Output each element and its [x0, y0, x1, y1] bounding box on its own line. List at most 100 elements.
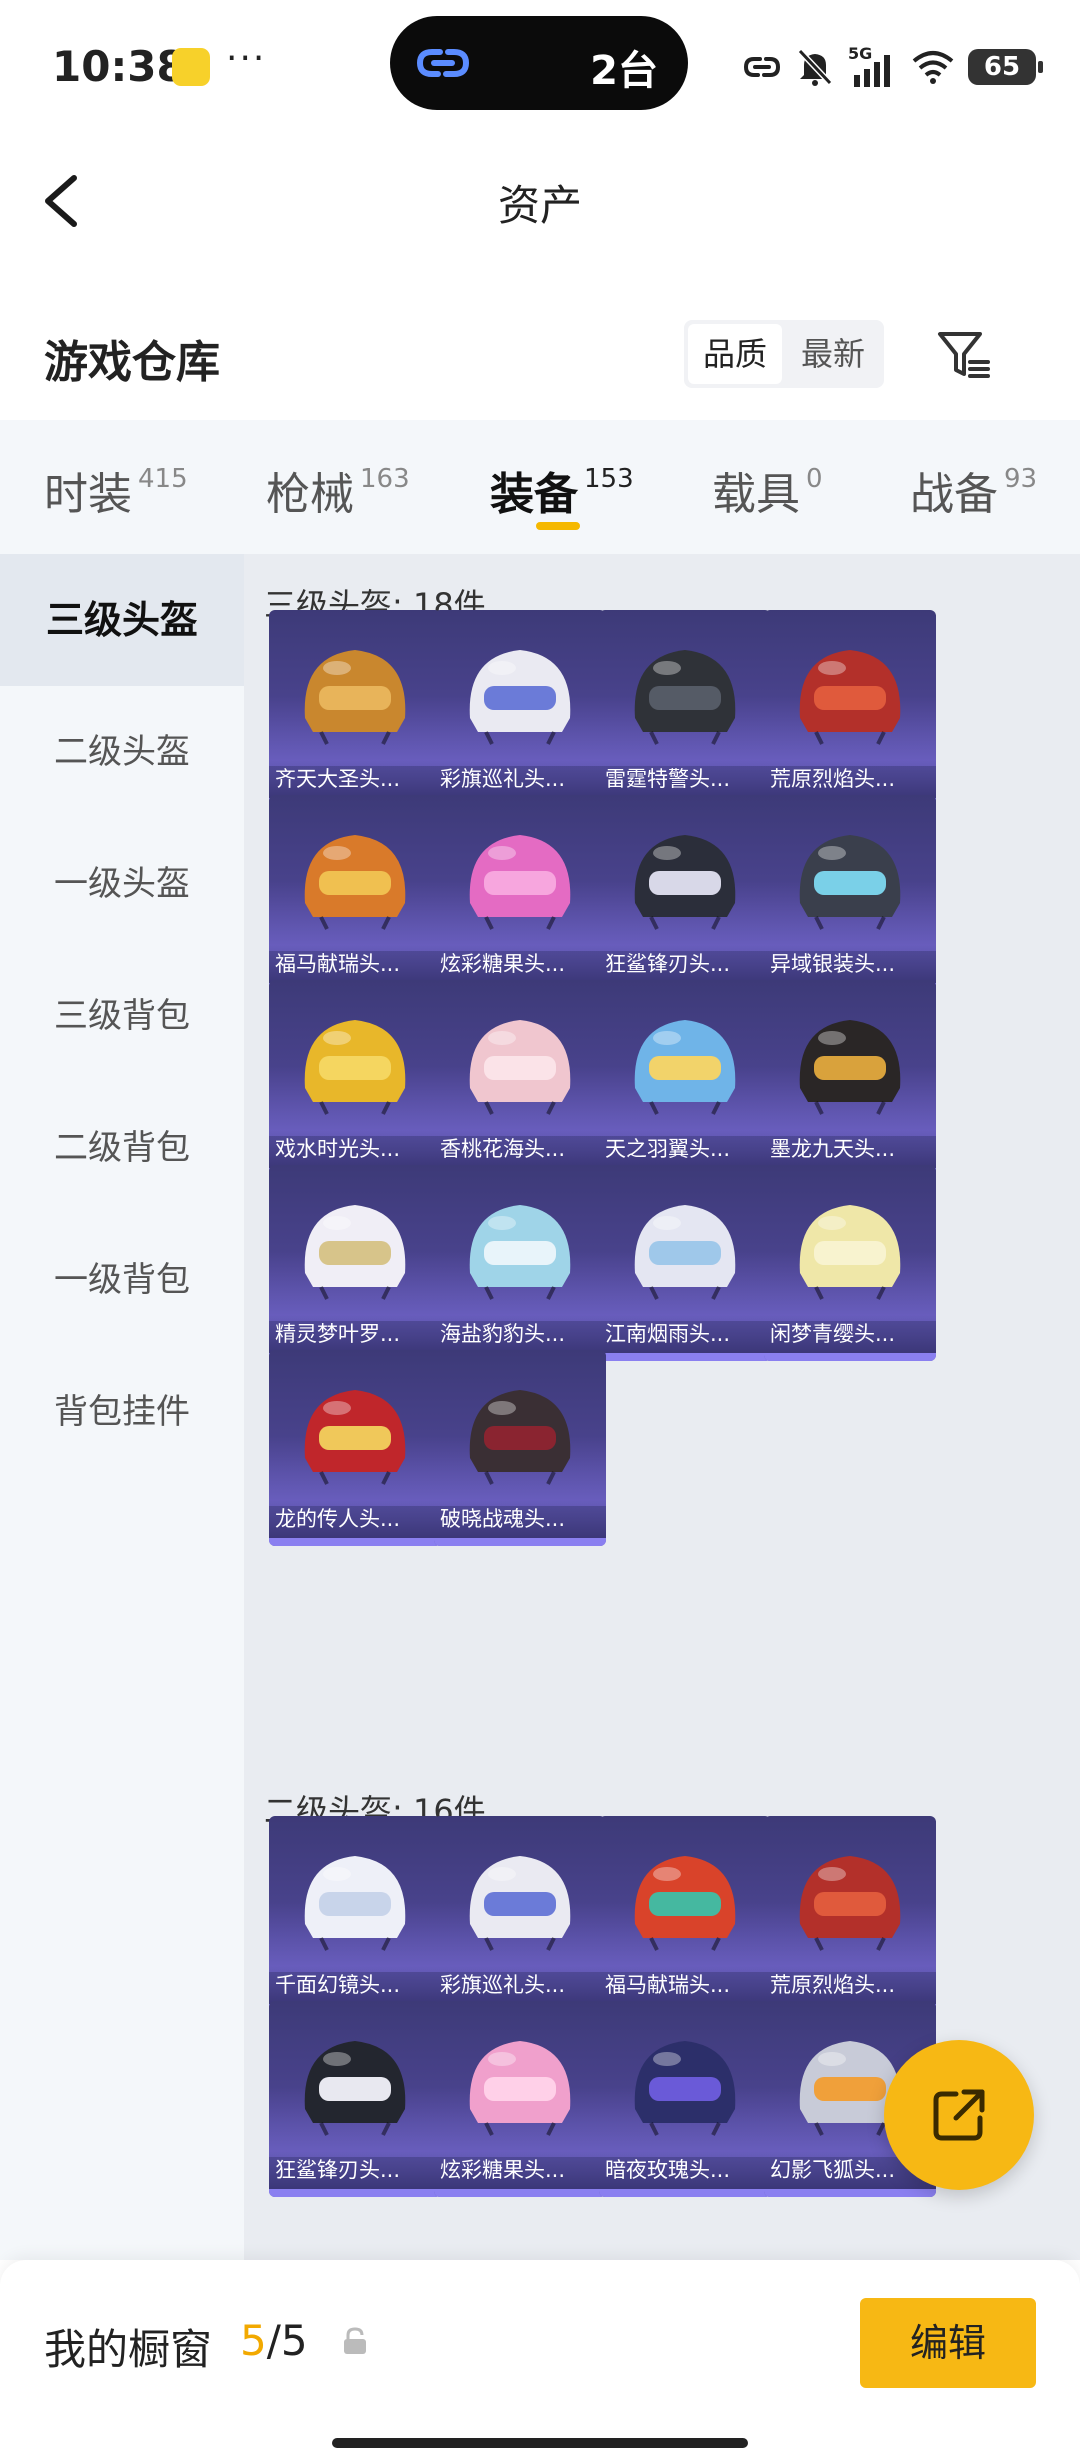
nav-bar: 资产 — [0, 130, 1080, 270]
item-card[interactable]: 破晓战魂头... — [434, 1350, 606, 1546]
share-icon — [933, 2089, 985, 2141]
item-card[interactable]: 福马献瑞头... — [269, 795, 441, 991]
item-card[interactable]: 龙的传人头... — [269, 1350, 441, 1546]
helmet-icon — [634, 1856, 736, 1951]
item-card[interactable]: 彩旗巡礼头... — [434, 610, 606, 806]
item-name: 炫彩糖果头... — [434, 2151, 606, 2189]
item-card[interactable]: 闲梦青缨头... — [764, 1165, 936, 1361]
rarity-bar — [764, 1353, 936, 1361]
edit-button[interactable]: 编辑 — [860, 2298, 1036, 2388]
helmet-icon — [634, 650, 736, 745]
item-card[interactable]: 福马献瑞头... — [599, 1816, 771, 2012]
helmet-icon — [469, 2041, 571, 2136]
item-name: 破晓战魂头... — [434, 1500, 606, 1538]
item-card[interactable]: 齐天大圣头... — [269, 610, 441, 806]
tab-weapons[interactable]: 枪械 163 — [266, 458, 410, 520]
status-time: 10:38 — [52, 42, 186, 91]
lock-icon — [344, 2327, 366, 2354]
app-notification-icon — [172, 48, 210, 86]
item-name: 江南烟雨头... — [599, 1315, 771, 1353]
item-card[interactable]: 荒原烈焰头... — [764, 610, 936, 806]
item-name: 墨龙九天头... — [764, 1130, 936, 1168]
helmet-icon — [304, 1390, 406, 1485]
item-card[interactable]: 千面幻镜头... — [269, 1816, 441, 2012]
item-name: 雷霆特警头... — [599, 760, 771, 798]
tab-label: 载具 — [712, 469, 800, 520]
more-notifications-icon: ··· — [226, 38, 267, 79]
rarity-bar — [434, 1538, 606, 1546]
item-name: 海盐豹豹头... — [434, 1315, 606, 1353]
sort-option-quality[interactable]: 品质 — [688, 324, 782, 384]
helmet-icon — [634, 1205, 736, 1300]
showcase-separator: / — [266, 2316, 281, 2365]
helmet-icon — [634, 2041, 736, 2136]
helmet-icon — [469, 1020, 571, 1115]
item-card[interactable]: 炫彩糖果头... — [434, 2001, 606, 2197]
wifi-icon — [912, 51, 954, 84]
item-name: 天之羽翼头... — [599, 1130, 771, 1168]
sort-option-latest[interactable]: 最新 — [786, 324, 880, 384]
sidebar-item-level1-helmet[interactable]: 一级头盔 — [0, 818, 244, 950]
status-icons: 5G 65 — [742, 40, 1043, 94]
tab-count: 93 — [1004, 464, 1038, 494]
tab-combat-prep[interactable]: 战备 93 — [910, 458, 1038, 520]
item-name: 戏水时光头... — [269, 1130, 441, 1168]
helmet-icon — [469, 1205, 571, 1300]
battery-icon: 65 — [968, 49, 1043, 85]
item-card[interactable]: 香桃花海头... — [434, 980, 606, 1176]
item-card[interactable]: 暗夜玫瑰头... — [599, 2001, 771, 2197]
island-device-count: 2台 — [590, 48, 658, 94]
helmet-icon — [469, 835, 571, 930]
helmet-icon — [634, 835, 736, 930]
item-card[interactable]: 戏水时光头... — [269, 980, 441, 1176]
share-button[interactable] — [884, 2040, 1034, 2190]
item-card[interactable]: 狂鲨锋刃头... — [599, 795, 771, 991]
sidebar-item-backpack-charm[interactable]: 背包挂件 — [0, 1346, 244, 1478]
tab-count: 163 — [360, 464, 410, 494]
sidebar-item-level3-backpack[interactable]: 三级背包 — [0, 950, 244, 1082]
item-card[interactable]: 墨龙九天头... — [764, 980, 936, 1176]
helmet-icon — [469, 650, 571, 745]
sort-toggle: 品质 最新 — [684, 320, 884, 388]
item-card[interactable]: 江南烟雨头... — [599, 1165, 771, 1361]
item-name: 精灵梦叶罗... — [269, 1315, 441, 1353]
helmet-icon — [304, 1856, 406, 1951]
tab-count: 0 — [806, 464, 823, 494]
tab-vehicles[interactable]: 载具 0 — [712, 458, 823, 520]
item-name: 荒原烈焰头... — [764, 760, 936, 798]
active-tab-indicator — [536, 522, 580, 530]
item-card[interactable]: 天之羽翼头... — [599, 980, 771, 1176]
item-card[interactable]: 雷霆特警头... — [599, 610, 771, 806]
helmet-icon — [304, 835, 406, 930]
helmet-icon — [304, 1020, 406, 1115]
tab-fashion[interactable]: 时装 415 — [44, 458, 188, 520]
item-card[interactable]: 异域银装头... — [764, 795, 936, 991]
showcase-total: 5 — [280, 2316, 308, 2365]
item-name: 狂鲨锋刃头... — [269, 2151, 441, 2189]
helmet-icon — [799, 1205, 901, 1300]
sidebar-item-level3-helmet[interactable]: 三级头盔 — [0, 554, 244, 686]
sidebar-item-level2-backpack[interactable]: 二级背包 — [0, 1082, 244, 1214]
item-name: 千面幻镜头... — [269, 1966, 441, 2004]
helmet-icon — [634, 1020, 736, 1115]
link-icon — [416, 49, 470, 77]
warehouse-title: 游戏仓库 — [44, 337, 220, 388]
item-card[interactable]: 彩旗巡礼头... — [434, 1816, 606, 2012]
item-card[interactable]: 炫彩糖果头... — [434, 795, 606, 991]
rarity-bar — [434, 2189, 606, 2197]
sidebar-item-level1-backpack[interactable]: 一级背包 — [0, 1214, 244, 1346]
item-name: 香桃花海头... — [434, 1130, 606, 1168]
item-card[interactable]: 海盐豹豹头... — [434, 1165, 606, 1361]
home-indicator — [332, 2438, 748, 2448]
item-card[interactable]: 荒原烈焰头... — [764, 1816, 936, 2012]
dynamic-island[interactable]: 2台 — [390, 16, 688, 110]
tab-label: 战备 — [910, 469, 998, 520]
showcase-label: 我的橱窗 — [44, 2325, 213, 2374]
item-card[interactable]: 狂鲨锋刃头... — [269, 2001, 441, 2197]
item-card[interactable]: 精灵梦叶罗... — [269, 1165, 441, 1361]
item-name: 福马献瑞头... — [599, 1966, 771, 2004]
helmet-icon — [304, 1205, 406, 1300]
sidebar-item-level2-helmet[interactable]: 二级头盔 — [0, 686, 244, 818]
tab-equipment[interactable]: 装备 153 — [490, 458, 634, 520]
filter-icon[interactable] — [934, 326, 992, 384]
